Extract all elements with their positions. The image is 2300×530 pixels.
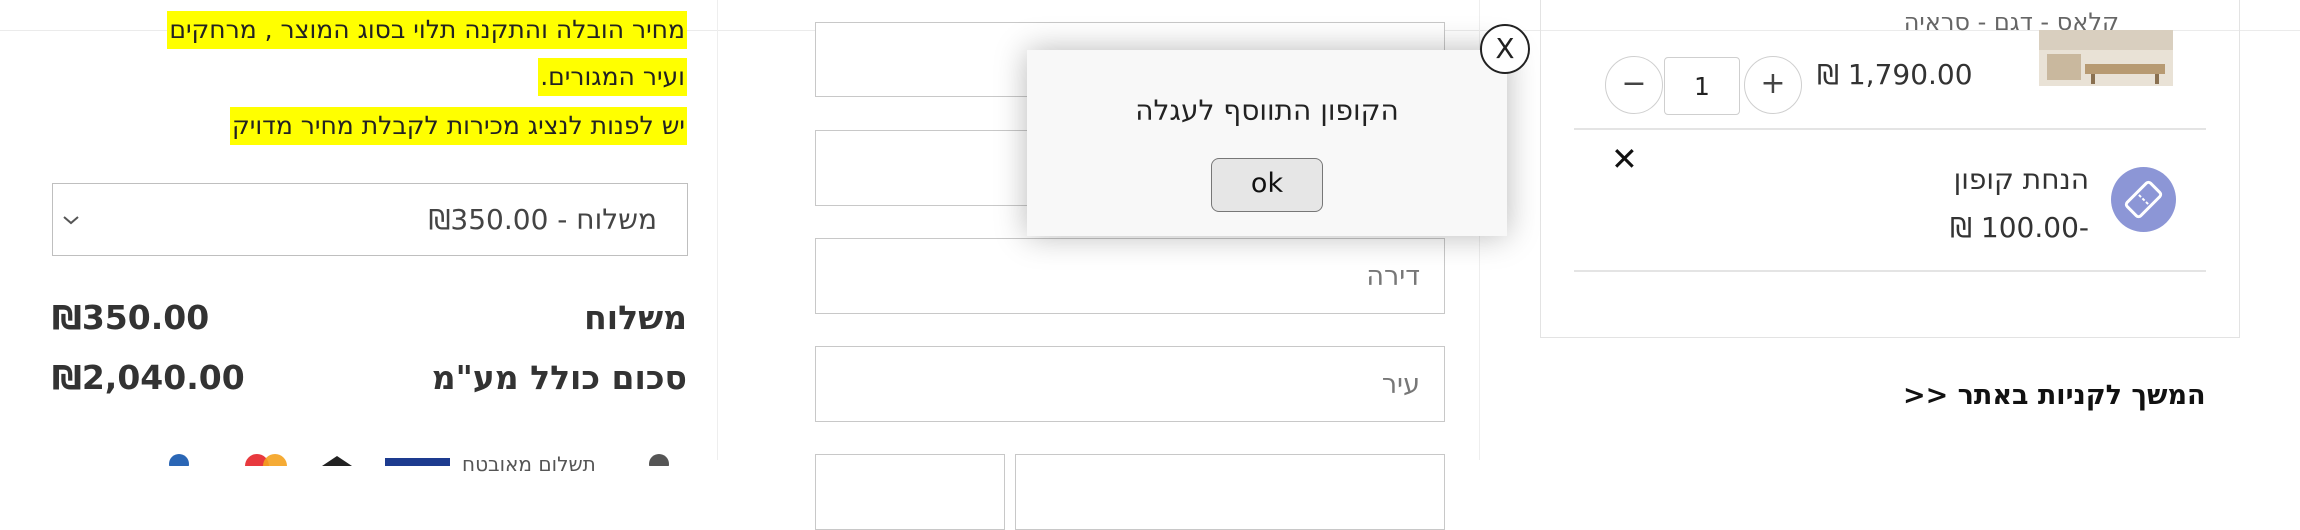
shipping-notice-line-1: מחיר הובלה והתקנה תלוי בסוג המוצר , מרחק… bbox=[167, 11, 687, 49]
secure-payment-label: תשלום מאובטח bbox=[462, 452, 596, 476]
shipping-value: ₪350.00 bbox=[52, 298, 210, 337]
shipping-notice-line-3: יש לפנות לנציג מכירות לקבלת מחיר מדויק bbox=[230, 107, 687, 145]
shipping-label: משלוח bbox=[584, 298, 687, 337]
shipping-notice-line-2: ועיר המגורים. bbox=[538, 58, 687, 96]
quantity-increase-button[interactable]: + bbox=[1744, 56, 1802, 114]
shipping-method-select[interactable]: משלוח - ₪350.00 bbox=[52, 183, 688, 256]
phone-field[interactable] bbox=[1015, 454, 1445, 530]
apartment-field[interactable] bbox=[815, 238, 1445, 314]
shipping-select-value: משלוח - ₪350.00 bbox=[428, 203, 657, 236]
zip-field[interactable] bbox=[815, 454, 1005, 530]
quantity-decrease-button[interactable]: − bbox=[1605, 56, 1663, 114]
apartment-input[interactable] bbox=[816, 239, 1444, 313]
cart-divider bbox=[1574, 128, 2206, 130]
lock-icon bbox=[649, 454, 669, 474]
visa-logo-icon bbox=[385, 458, 450, 466]
secure-shield-icon bbox=[322, 456, 352, 466]
total-label: סכום כולל מע"מ bbox=[431, 358, 687, 397]
continue-shopping-link[interactable]: המשך לקניות באתר << bbox=[1903, 380, 2206, 411]
coupon-ticket-icon bbox=[2111, 167, 2176, 232]
product-price: ₪ 1,790.00 bbox=[1817, 58, 1973, 91]
order-summary: מחיר הובלה והתקנה תלוי בסוג המוצר , מרחק… bbox=[22, 0, 718, 478]
paypal-logo-icon bbox=[169, 454, 189, 474]
mastercard-logo-icon bbox=[263, 454, 287, 478]
dialog-message: הקופון התווסף לעגלה bbox=[1135, 94, 1399, 127]
city-input[interactable] bbox=[816, 347, 1444, 421]
payment-logos: תשלום מאובטח bbox=[117, 446, 717, 478]
quantity-input[interactable] bbox=[1664, 57, 1740, 115]
cart-divider bbox=[1574, 270, 2206, 272]
city-field[interactable] bbox=[815, 346, 1445, 422]
coupon-discount-text: הנחת קופון -100.00 ₪ bbox=[1950, 163, 2089, 244]
chevron-down-icon bbox=[63, 216, 79, 225]
ok-button[interactable]: ok bbox=[1211, 158, 1323, 212]
total-value: ₪2,040.00 bbox=[52, 358, 245, 397]
product-thumbnail[interactable] bbox=[2039, 30, 2173, 86]
close-icon[interactable]: ✕ bbox=[1611, 143, 1638, 175]
cart-panel: קלאס - דגם - סראיה − + ₪ 1,790.00 הנחת ק… bbox=[1540, 0, 2240, 338]
dialog-close-button[interactable]: X bbox=[1480, 24, 1530, 74]
coupon-added-dialog: הקופון התווסף לעגלה ok bbox=[1027, 50, 1507, 236]
